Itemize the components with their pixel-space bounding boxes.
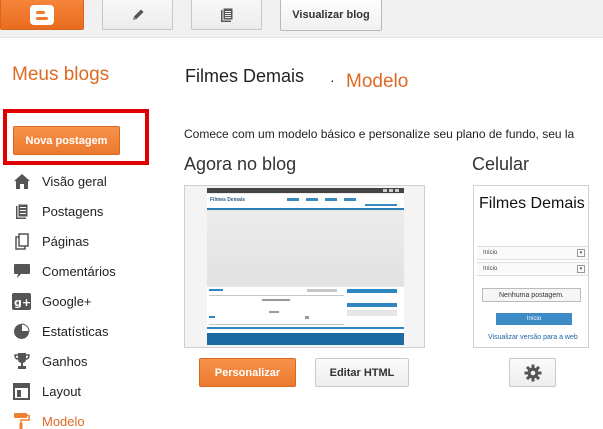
chevron-down-icon: ▾ xyxy=(577,249,585,257)
preview-menu-bar xyxy=(207,208,404,210)
preview-header: Filmes Demais xyxy=(207,194,404,208)
sidebar-item-template[interactable]: Modelo xyxy=(12,410,85,429)
sidebar-item-pages[interactable]: Páginas xyxy=(12,230,89,252)
mobile-preview-home-button: Início xyxy=(496,313,572,325)
my-blogs-link[interactable]: Meus blogs xyxy=(12,64,109,86)
blogger-logo-button[interactable] xyxy=(0,0,84,30)
pie-chart-icon xyxy=(12,322,31,341)
document-icon xyxy=(220,7,233,22)
page-title: Modelo xyxy=(346,71,409,92)
posts-toolbar-button[interactable] xyxy=(191,0,262,30)
posts-icon xyxy=(12,202,31,221)
mobile-preview-select: Início ▾ xyxy=(477,262,588,276)
sidebar-item-label: Páginas xyxy=(42,233,89,249)
sidebar-item-label: Modelo xyxy=(42,413,85,429)
preview-navbar xyxy=(207,188,404,193)
mobile-preview-select-label: Início xyxy=(483,250,498,256)
sidebar-item-label: Estatísticas xyxy=(42,323,109,339)
sidebar-item-label: Comentários xyxy=(42,263,116,279)
blog-title: Filmes Demais xyxy=(185,66,305,86)
pages-icon xyxy=(12,232,31,251)
preview-slideshow xyxy=(207,211,404,286)
current-template-heading: Agora no blog xyxy=(184,154,297,174)
mobile-preview-web-link: Visualizar versão para a web xyxy=(488,334,578,341)
view-blog-button[interactable]: Visualizar blog xyxy=(280,0,382,31)
svg-text:g+: g+ xyxy=(14,296,31,309)
mobile-preview-title: Filmes Demais xyxy=(479,195,585,212)
preview-page: Filmes Demais xyxy=(207,188,404,345)
pencil-icon xyxy=(132,9,143,20)
layout-icon xyxy=(12,382,31,401)
preview-blog-title: Filmes Demais xyxy=(210,197,246,203)
home-icon xyxy=(12,172,31,191)
chevron-down-icon: ▾ xyxy=(577,265,585,273)
comment-icon xyxy=(12,262,31,281)
breadcrumb-separator: · xyxy=(330,72,335,88)
gear-icon xyxy=(524,364,541,381)
new-post-toolbar-button[interactable] xyxy=(102,0,173,30)
blogger-logo-icon xyxy=(30,4,54,25)
sidebar-item-label: Visão geral xyxy=(42,173,107,189)
sidebar-item-comments[interactable]: Comentários xyxy=(12,260,116,282)
sidebar-item-earnings[interactable]: Ganhos xyxy=(12,350,88,372)
desktop-template-preview[interactable]: Filmes Demais xyxy=(184,185,425,348)
sidebar-item-layout[interactable]: Layout xyxy=(12,380,81,402)
sidebar-item-google-plus[interactable]: g+ Google+ xyxy=(12,290,92,312)
paint-roller-icon xyxy=(12,412,31,429)
mobile-preview-no-posts: Nenhuma postagem. xyxy=(482,288,581,302)
edit-html-button[interactable]: Editar HTML xyxy=(315,358,409,387)
mobile-settings-button[interactable] xyxy=(509,358,556,387)
mobile-preview-select: Início ▾ xyxy=(477,246,588,260)
top-toolbar: Visualizar blog xyxy=(0,0,603,38)
sidebar-item-label: Google+ xyxy=(42,293,92,309)
sidebar-item-label: Layout xyxy=(42,383,82,399)
intro-text: Comece com um modelo básico e personaliz… xyxy=(184,127,575,141)
new-post-button[interactable]: Nova postagem xyxy=(13,126,120,155)
mobile-template-heading: Celular xyxy=(472,154,530,174)
preview-content xyxy=(207,287,404,345)
sidebar-item-overview[interactable]: Visão geral xyxy=(12,170,107,192)
customize-button[interactable]: Personalizar xyxy=(199,358,296,387)
sidebar-item-posts[interactable]: Postagens xyxy=(12,200,103,222)
google-plus-icon: g+ xyxy=(12,292,31,311)
mobile-preview-select-label: Início xyxy=(483,266,498,272)
mobile-template-preview[interactable]: Filmes Demais Início ▾ Início ▾ Nenhuma … xyxy=(473,185,589,348)
sidebar-item-stats[interactable]: Estatísticas xyxy=(12,320,108,342)
sidebar-item-label: Ganhos xyxy=(42,353,88,369)
sidebar-item-label: Postagens xyxy=(42,203,104,219)
trophy-icon xyxy=(12,352,31,371)
